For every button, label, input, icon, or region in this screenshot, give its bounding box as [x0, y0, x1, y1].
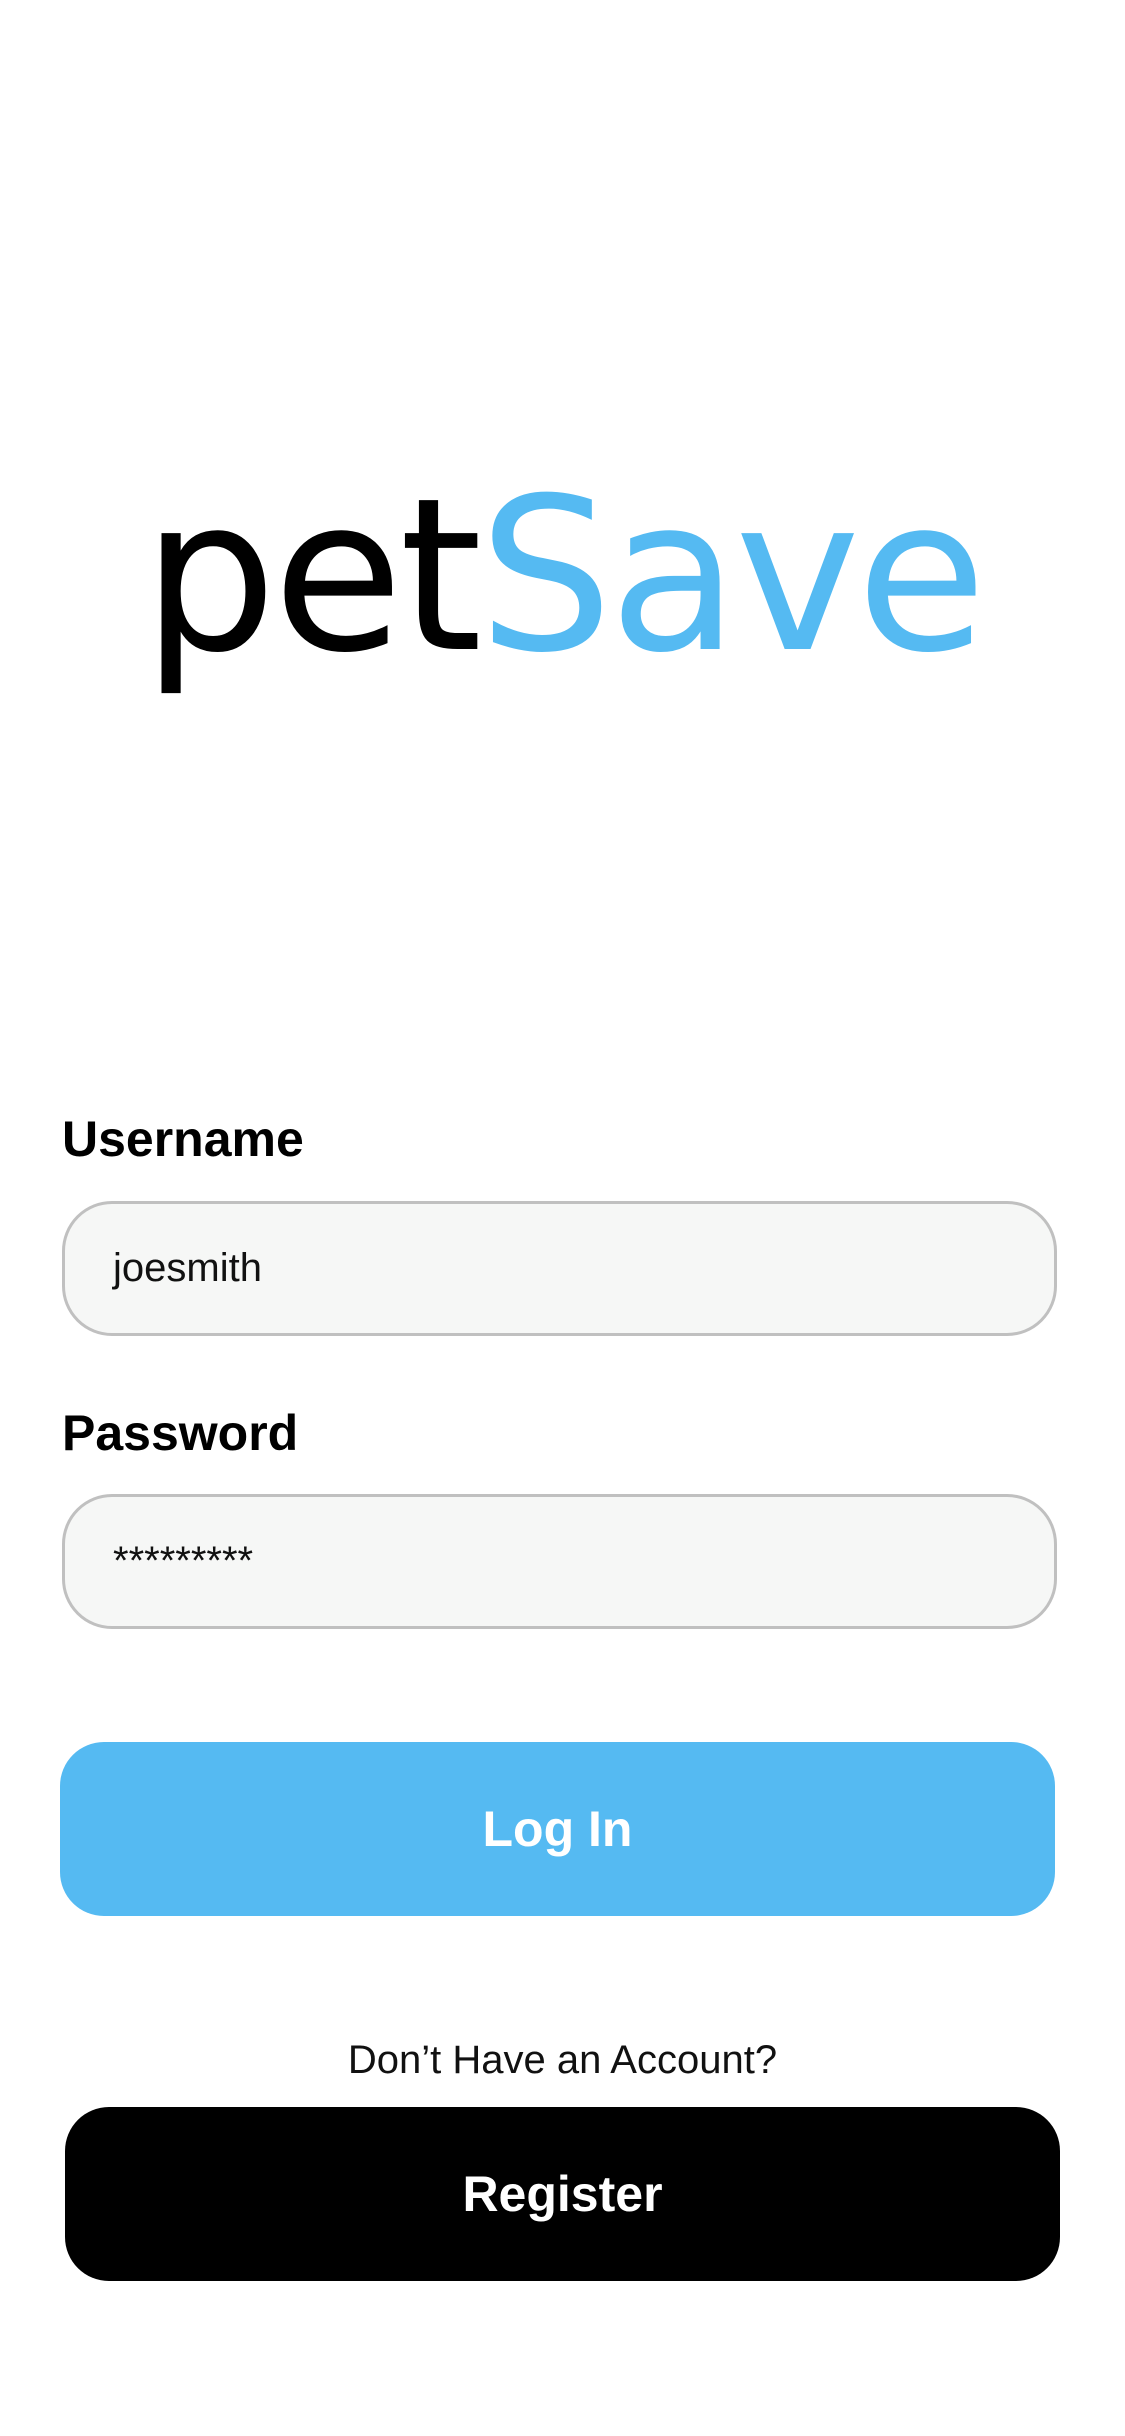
password-value: *********: [113, 1539, 254, 1583]
register-button[interactable]: Register: [65, 2107, 1060, 2281]
logo-word-pet: pet: [142, 452, 482, 699]
username-input[interactable]: joesmith: [62, 1201, 1057, 1336]
logo-word-save: Save: [478, 452, 986, 699]
username-value: joesmith: [113, 1246, 262, 1290]
register-prompt: Don’t Have an Account?: [347, 2038, 778, 2082]
password-label: Password: [62, 1405, 299, 1461]
password-input[interactable]: *********: [62, 1494, 1057, 1629]
username-label: Username: [62, 1111, 304, 1167]
login-button-label: Log In: [482, 1801, 633, 1857]
register-button-label: Register: [462, 2166, 663, 2222]
login-button[interactable]: Log In: [60, 1742, 1055, 1916]
app-logo: petSave: [0, 470, 1125, 682]
